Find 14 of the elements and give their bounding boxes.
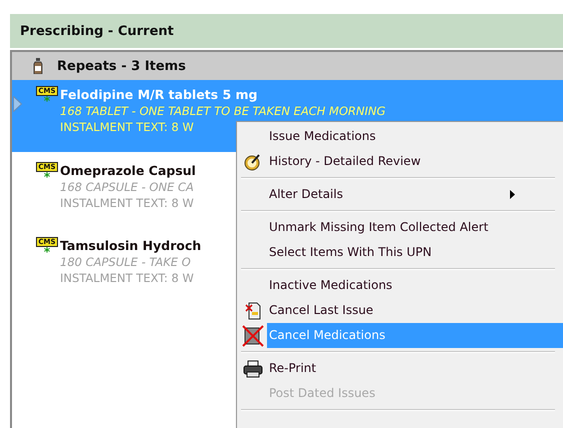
medication-name: Felodipine M/R tablets 5 mg bbox=[60, 86, 258, 103]
dosage-text: 180 CAPSULE - TAKE O bbox=[60, 254, 192, 270]
instalment-text: INSTALMENT TEXT: 8 W bbox=[60, 195, 195, 211]
dosage-text: 168 CAPSULE - ONE CA bbox=[60, 179, 195, 195]
instalment-text: INSTALMENT TEXT: 8 W bbox=[60, 270, 195, 286]
asterisk-marker: * bbox=[44, 172, 50, 182]
group-title: Repeats - 3 Items bbox=[57, 58, 186, 74]
medication-name: Tamsulosin Hydroch bbox=[60, 237, 202, 254]
panel-title: Prescribing - Current bbox=[20, 24, 174, 38]
instalment-text: INSTALMENT TEXT: 8 W bbox=[60, 119, 195, 135]
dosage-text: 168 TABLET - ONE TABLET TO BE TAKEN EACH MORNING bbox=[60, 103, 386, 119]
medication-name: Omeprazole Capsul bbox=[60, 162, 196, 179]
asterisk-marker: * bbox=[44, 247, 50, 257]
asterisk-marker: * bbox=[44, 96, 50, 106]
